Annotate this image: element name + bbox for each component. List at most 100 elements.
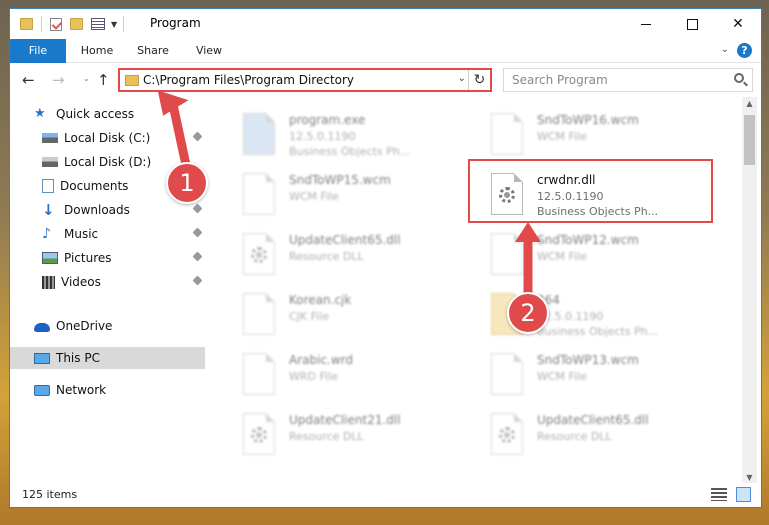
file-type: Resource DLL	[289, 250, 364, 263]
file-name: program.exe	[289, 113, 366, 127]
file-item[interactable]: UpdateClient65.dll Resource DLL	[483, 409, 713, 465]
ribbon-expand-chevron-icon[interactable]: ⌄	[721, 44, 729, 55]
step-1-badge: 1	[166, 162, 208, 204]
file-item[interactable]: SndToWP13.wcm WCM File	[483, 349, 713, 405]
sidebar-item-label: Videos	[61, 275, 101, 289]
computer-icon	[34, 352, 50, 364]
documents-icon	[42, 179, 54, 193]
pin-icon[interactable]	[192, 203, 203, 214]
maximize-button[interactable]	[669, 9, 715, 39]
recent-locations-chevron-icon[interactable]: ⌄	[83, 74, 90, 83]
file-item[interactable]: SndToWP16.wcm WCM File	[483, 109, 713, 165]
sidebar-item-label: OneDrive	[56, 319, 113, 333]
gear-icon	[251, 247, 267, 263]
file-name: SndToWP15.wcm	[289, 173, 391, 187]
cloud-icon	[34, 323, 50, 332]
sidebar-item-videos[interactable]: Videos	[10, 271, 205, 293]
file-type: CJK File	[289, 310, 330, 323]
gear-icon	[499, 427, 515, 443]
pin-icon[interactable]	[192, 251, 203, 262]
file-type: WRD File	[289, 370, 338, 383]
sidebar-item-this-pc[interactable]: This PC	[10, 347, 205, 369]
file-item[interactable]: Korean.cjk CJK File	[235, 289, 465, 345]
file-type: WCM File	[537, 250, 587, 263]
file-icon	[491, 233, 523, 275]
sidebar-item-label: Local Disk (C:)	[64, 131, 151, 145]
toolbar-divider	[41, 16, 42, 32]
tab-home[interactable]: Home	[72, 39, 122, 63]
sidebar-item-quick-access[interactable]: ★ Quick access	[10, 103, 205, 125]
refresh-icon[interactable]: ↻	[468, 70, 490, 90]
sidebar-item-pictures[interactable]: Pictures	[10, 247, 205, 269]
search-icon[interactable]	[734, 73, 744, 83]
details-view-icon[interactable]	[711, 488, 727, 501]
toolbar-divider	[123, 16, 125, 32]
large-icons-view-icon[interactable]	[736, 487, 751, 502]
sidebar-item-label: Quick access	[56, 107, 135, 121]
file-icon	[243, 293, 275, 335]
help-icon[interactable]: ?	[737, 43, 752, 58]
pin-icon[interactable]	[192, 275, 203, 286]
file-name: UpdateClient21.dll	[289, 413, 401, 427]
sidebar-item-music[interactable]: ♪ Music	[10, 223, 205, 245]
view-properties-icon[interactable]	[91, 18, 105, 30]
dll-icon	[491, 413, 523, 455]
pin-icon[interactable]	[192, 227, 203, 238]
file-name: Korean.cjk	[289, 293, 352, 307]
sidebar-item-onedrive[interactable]: OneDrive	[10, 315, 205, 337]
close-button[interactable]: ✕	[715, 9, 761, 39]
back-arrow-icon[interactable]: ←	[22, 71, 35, 89]
sidebar-item-local-disk-c[interactable]: Local Disk (C:)	[10, 127, 205, 149]
sidebar-item-label: Downloads	[64, 203, 130, 217]
explorer-window: ▼ Program ✕ File Home Share View ⌄ ? ← →…	[9, 8, 762, 508]
folder-icon[interactable]	[20, 18, 33, 30]
download-icon: ↓	[42, 201, 55, 219]
item-count: 125 items	[22, 488, 78, 501]
tab-file[interactable]: File	[10, 39, 66, 63]
address-dropdown-chevron-icon[interactable]: ⌄	[458, 73, 466, 84]
sidebar-item-downloads[interactable]: ↓ Downloads	[10, 199, 205, 221]
new-folder-icon[interactable]	[70, 18, 83, 30]
address-path[interactable]: C:\Program Files\Program Directory	[143, 73, 354, 87]
file-item[interactable]: SndToWP12.wcm WCM File	[483, 229, 713, 285]
scrollbar-thumb[interactable]	[744, 115, 755, 165]
vertical-scrollbar[interactable]: ▲ ▼	[742, 97, 757, 485]
file-icon	[491, 113, 523, 155]
file-item[interactable]: Arabic.wrd WRD File	[235, 349, 465, 405]
file-name: UpdateClient65.dll	[289, 233, 401, 247]
sidebar-item-label: Local Disk (D:)	[64, 155, 152, 169]
search-input[interactable]	[504, 70, 724, 90]
sidebar-item-label: Music	[64, 227, 99, 241]
quick-access-toolbar: ▼	[20, 16, 125, 32]
search-box[interactable]	[503, 68, 753, 92]
file-icon	[491, 353, 523, 395]
status-bar: 125 items	[10, 483, 761, 507]
step-2-badge: 2	[507, 292, 549, 334]
file-item[interactable]: UpdateClient65.dll Resource DLL	[235, 229, 465, 285]
scroll-up-arrow-icon[interactable]: ▲	[742, 97, 757, 111]
minimize-button[interactable]	[623, 9, 669, 39]
file-type: WCM File	[289, 190, 339, 203]
customize-toolbar-icon[interactable]: ▼	[111, 20, 117, 29]
file-item[interactable]: SndToWP15.wcm WCM File	[235, 169, 465, 225]
file-icon	[243, 173, 275, 215]
address-bar[interactable]: C:\Program Files\Program Directory ⌄ ↻	[118, 68, 492, 92]
pin-icon[interactable]	[192, 131, 203, 142]
file-type: Resource DLL	[537, 430, 612, 443]
tab-view[interactable]: View	[184, 39, 234, 63]
file-item[interactable]: program.exe 12.5.0.1190 Business Objects…	[235, 109, 465, 165]
up-arrow-icon[interactable]: ↑	[97, 71, 110, 89]
file-item[interactable]: UpdateClient21.dll Resource DLL	[235, 409, 465, 465]
file-name: SndToWP16.wcm	[537, 113, 639, 127]
title-bar: ▼ Program ✕	[10, 9, 761, 39]
tab-share[interactable]: Share	[128, 39, 178, 63]
sidebar-item-network[interactable]: Network	[10, 379, 205, 401]
drive-icon	[42, 133, 58, 143]
forward-arrow-icon[interactable]: →	[52, 71, 65, 89]
navigation-pane: ★ Quick access Local Disk (C:) Local Dis…	[10, 97, 205, 485]
star-icon: ★	[34, 106, 46, 121]
music-icon: ♪	[42, 226, 51, 242]
file-description: Business Objects Ph...	[289, 145, 411, 158]
properties-check-icon[interactable]	[50, 17, 62, 31]
pictures-icon	[42, 252, 58, 264]
